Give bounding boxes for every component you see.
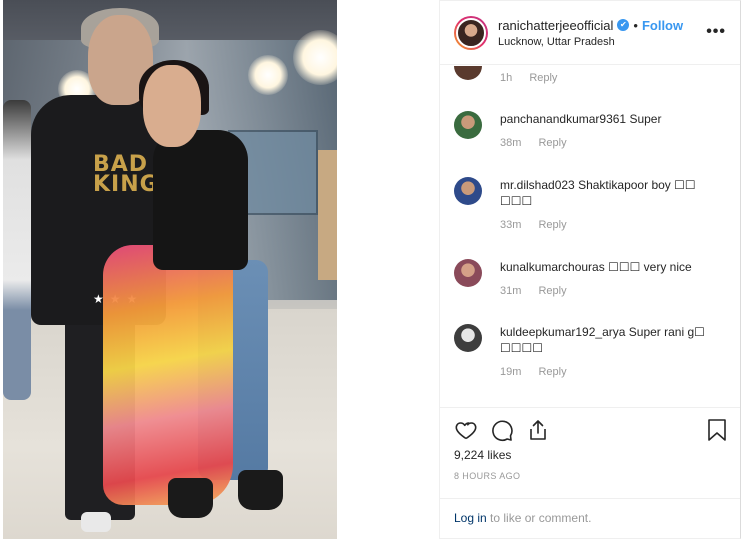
more-options-icon[interactable]: •••	[706, 23, 726, 41]
share-icon[interactable]	[526, 418, 550, 442]
comment-list[interactable]: 1h Reply panchanandkumar9361 Super 38m R…	[440, 66, 740, 406]
comment-meta: 31m Reply	[500, 285, 724, 297]
reply-button[interactable]: Reply	[529, 72, 557, 84]
comment-item: mr.dilshad023 Shaktikapoor boy ☐☐ ☐☐☐ 33…	[454, 177, 724, 231]
woman-boots	[168, 470, 288, 530]
comment-icon[interactable]	[490, 418, 514, 442]
comment-time[interactable]: 19m	[500, 366, 521, 378]
location-link[interactable]: Lucknow, Uttar Pradesh	[498, 36, 726, 48]
person-left-edge	[3, 100, 31, 400]
commenter-avatar[interactable]	[454, 324, 482, 352]
reply-button[interactable]: Reply	[538, 366, 566, 378]
login-prompt: Log in to like or comment.	[440, 498, 740, 540]
bookmark-icon[interactable]	[706, 418, 728, 442]
comment-meta: 38m Reply	[500, 137, 724, 149]
login-prompt-text: to like or comment.	[486, 511, 592, 525]
boot-left	[168, 478, 213, 518]
profile-avatar[interactable]	[454, 15, 488, 50]
comment-text	[500, 66, 724, 68]
comment-time[interactable]: 31m	[500, 285, 521, 297]
comment-message: ☐☐☐ very nice	[608, 260, 692, 274]
comment-item: kunalkumarchouras ☐☐☐ very nice 31m Repl…	[454, 259, 724, 297]
commenter-username[interactable]: mr.dilshad023	[500, 178, 575, 192]
comment-message: Super	[629, 112, 662, 126]
commenter-username[interactable]: kuldeepkumar192_arya	[500, 325, 625, 339]
comment-text: kuldeepkumar192_arya Super rani g☐ ☐☐☐☐	[500, 324, 724, 356]
like-count[interactable]: 9,224 likes	[454, 448, 511, 462]
profile-photo	[456, 17, 486, 48]
comment-item: kuldeepkumar192_arya Super rani g☐ ☐☐☐☐ …	[454, 324, 724, 378]
commenter-username[interactable]: kunalkumarchouras	[500, 260, 605, 274]
reply-button[interactable]: Reply	[538, 285, 566, 297]
post-timestamp[interactable]: 8 HOURS AGO	[454, 471, 520, 481]
header-text: ranichatterjeeofficial ✔ • Follow Luckno…	[498, 18, 726, 48]
username-link[interactable]: ranichatterjeeofficial	[498, 18, 613, 33]
woman-dupatta	[103, 245, 233, 505]
post-photo[interactable]: BAD KING ★★★	[3, 0, 337, 539]
backdrop-box	[318, 150, 337, 280]
action-icons	[454, 418, 726, 444]
comment-meta: 19m Reply	[500, 366, 724, 378]
comment-text: kunalkumarchouras ☐☐☐ very nice	[500, 259, 724, 275]
comment-text: mr.dilshad023 Shaktikapoor boy ☐☐ ☐☐☐	[500, 177, 724, 209]
commenter-avatar[interactable]	[454, 259, 482, 287]
separator-dot: •	[633, 17, 638, 33]
post-header: ranichatterjeeofficial ✔ • Follow Luckno…	[440, 1, 740, 65]
comment-meta: 33m Reply	[500, 219, 724, 231]
commenter-username[interactable]: panchanandkumar9361	[500, 112, 626, 126]
studio-light	[248, 55, 288, 95]
comment-item: panchanandkumar9361 Super 38m Reply	[454, 111, 724, 149]
follow-button[interactable]: Follow	[642, 18, 683, 33]
commenter-avatar[interactable]	[454, 111, 482, 139]
commenter-avatar[interactable]	[454, 66, 482, 80]
header-title-row: ranichatterjeeofficial ✔ • Follow	[498, 18, 726, 33]
heart-icon[interactable]	[454, 418, 478, 442]
shirt-print: BAD KING	[93, 154, 159, 197]
reply-button[interactable]: Reply	[538, 219, 566, 231]
comment-time[interactable]: 38m	[500, 137, 521, 149]
comment-time[interactable]: 1h	[500, 72, 512, 84]
man-shoe	[81, 512, 111, 532]
verified-badge-icon: ✔	[617, 19, 630, 31]
boot-right	[238, 470, 283, 510]
comment-text: panchanandkumar9361 Super	[500, 111, 724, 127]
comment-item: 1h Reply	[454, 66, 724, 84]
post-actions: 9,224 likes 8 HOURS AGO Log in to like o…	[440, 407, 740, 539]
woman-face	[143, 65, 201, 147]
comment-meta: 1h Reply	[500, 72, 724, 84]
comment-time[interactable]: 33m	[500, 219, 521, 231]
reply-button[interactable]: Reply	[538, 137, 566, 149]
woman-top	[153, 130, 248, 270]
shirt-print-line2: KING	[93, 172, 159, 197]
login-link[interactable]: Log in	[454, 511, 487, 525]
commenter-avatar[interactable]	[454, 177, 482, 205]
post-sidebar: ranichatterjeeofficial ✔ • Follow Luckno…	[439, 0, 741, 539]
